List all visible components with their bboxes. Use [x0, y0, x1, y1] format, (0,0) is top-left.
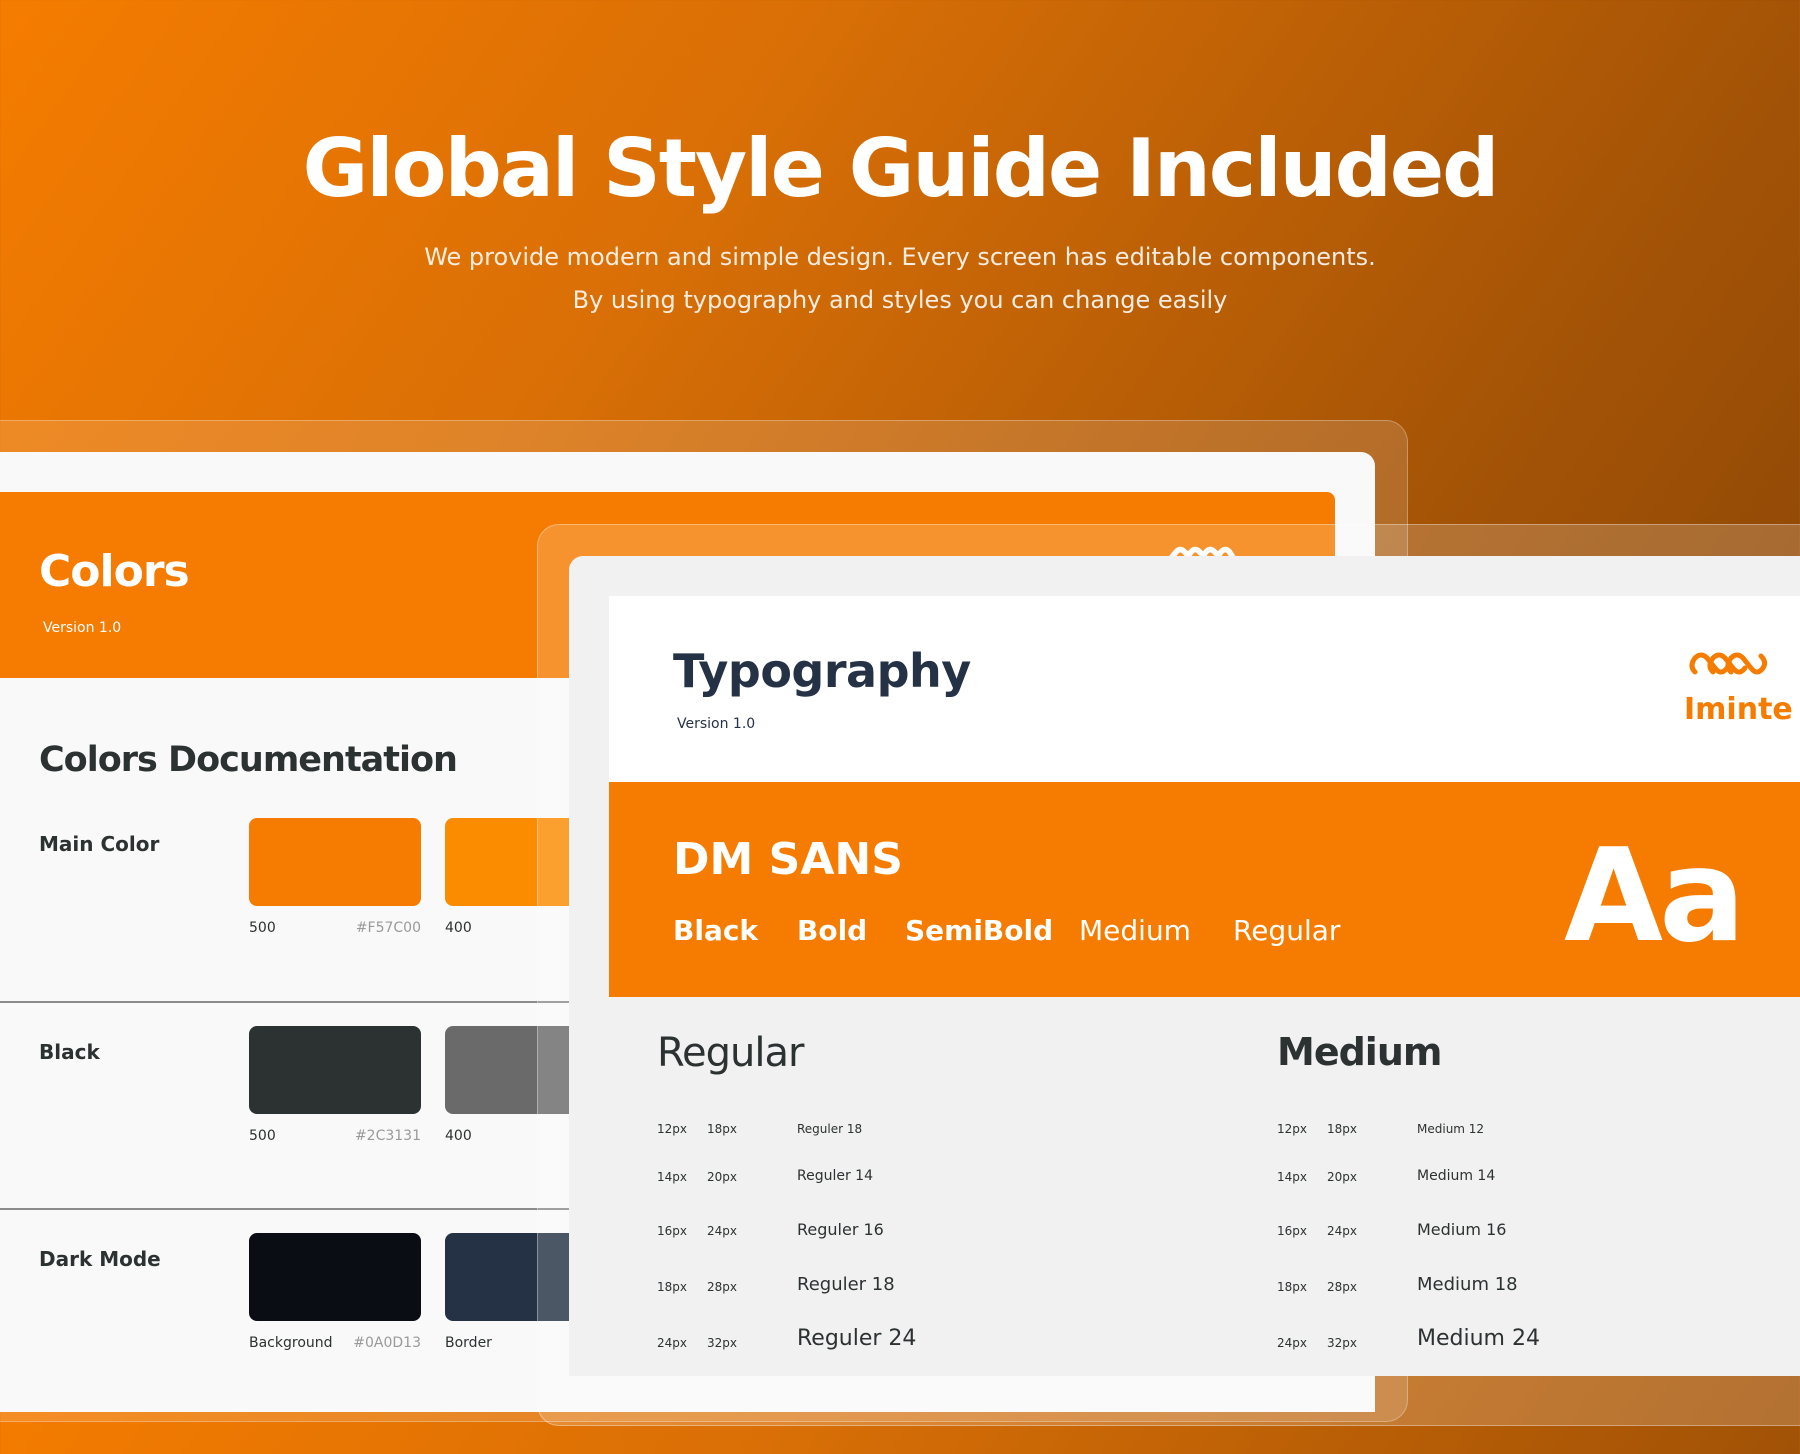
spec-sample: Reguler 18	[797, 1274, 895, 1295]
weight-regular: Regular	[1233, 914, 1341, 947]
spec-line-height: 24px	[707, 1224, 737, 1238]
swatch-hex: #0A0D13	[353, 1335, 421, 1351]
spec-sample: Medium 12	[1417, 1122, 1485, 1136]
spec-line-height: 28px	[707, 1280, 737, 1294]
font-sample-glyph: Aa	[1564, 822, 1745, 971]
spec-sample: Medium 14	[1417, 1168, 1496, 1184]
colors-version: Version 1.0	[43, 620, 122, 636]
typography-header: Typography Version 1.0 Iminte	[609, 596, 1800, 782]
swatch-name: 400	[445, 920, 472, 936]
spec-size: 16px	[657, 1224, 687, 1238]
spec-line-height: 32px	[1327, 1336, 1357, 1350]
brand-name: Iminte	[1684, 692, 1793, 727]
spec-size: 18px	[657, 1280, 687, 1294]
swatch-name: Background	[249, 1335, 333, 1351]
hero-title: Global Style Guide Included	[302, 122, 1500, 215]
swatch-name: 500	[249, 1128, 276, 1144]
spec-size: 24px	[1277, 1336, 1307, 1350]
color-swatch[interactable]	[249, 1233, 421, 1321]
spec-size: 24px	[657, 1336, 687, 1350]
spec-sample: Reguler 14	[797, 1168, 873, 1184]
spec-size: 14px	[657, 1170, 687, 1184]
spec-line-height: 20px	[1327, 1170, 1357, 1184]
color-row-label: Dark Mode	[39, 1247, 161, 1271]
hero-subtitle: We provide modern and simple design. Eve…	[0, 236, 1800, 322]
typography-version: Version 1.0	[677, 716, 756, 732]
spec-line-height: 28px	[1327, 1280, 1357, 1294]
spec-line-height: 18px	[1327, 1122, 1357, 1136]
weight-black: Black	[673, 914, 759, 947]
hero-subtitle-line-2: By using typography and styles you can c…	[572, 286, 1228, 314]
weight-bold: Bold	[797, 914, 868, 947]
font-showcase-band: DM SANS Black Bold SemiBold Medium Regul…	[609, 782, 1800, 997]
swatch-hex: #F57C00	[355, 920, 421, 936]
font-family-name: DM SANS	[673, 834, 903, 885]
spec-line-height: 20px	[707, 1170, 737, 1184]
swatch-hex: #2C3131	[354, 1128, 421, 1144]
colors-title: Colors	[39, 546, 190, 597]
swatch-name: 500	[249, 920, 276, 936]
spec-heading: Regular	[657, 1030, 804, 1076]
spec-sample: Medium 16	[1417, 1220, 1507, 1239]
swatch-name: Border	[445, 1335, 492, 1351]
spec-size: 16px	[1277, 1224, 1307, 1238]
weight-medium: Medium	[1079, 914, 1191, 947]
hero-subtitle-line-1: We provide modern and simple design. Eve…	[424, 243, 1376, 271]
spec-sample: Medium 18	[1417, 1274, 1518, 1295]
spec-line-height: 24px	[1327, 1224, 1357, 1238]
spec-line-height: 32px	[707, 1336, 737, 1350]
typography-title: Typography	[673, 644, 971, 698]
swatch-name: 400	[445, 1128, 472, 1144]
brand-logo-icon	[1689, 652, 1768, 675]
spec-sample: Reguler 18	[797, 1122, 863, 1136]
weight-semibold: SemiBold	[905, 914, 1054, 947]
color-row-label: Black	[39, 1040, 100, 1064]
spec-size: 14px	[1277, 1170, 1307, 1184]
spec-sample: Reguler 16	[797, 1220, 884, 1239]
typography-card: Typography Version 1.0 Iminte DM SANS Bl…	[569, 556, 1800, 1376]
color-row-label: Main Color	[39, 832, 160, 856]
spec-size: 12px	[1277, 1122, 1307, 1136]
spec-heading: Medium	[1277, 1030, 1442, 1074]
spec-size: 12px	[657, 1122, 687, 1136]
color-swatch[interactable]	[249, 818, 421, 906]
spec-sample: Medium 24	[1417, 1326, 1540, 1351]
colors-documentation-title: Colors Documentation	[39, 740, 458, 780]
spec-sample: Reguler 24	[797, 1326, 917, 1351]
spec-size: 18px	[1277, 1280, 1307, 1294]
spec-line-height: 18px	[707, 1122, 737, 1136]
color-swatch[interactable]	[249, 1026, 421, 1114]
